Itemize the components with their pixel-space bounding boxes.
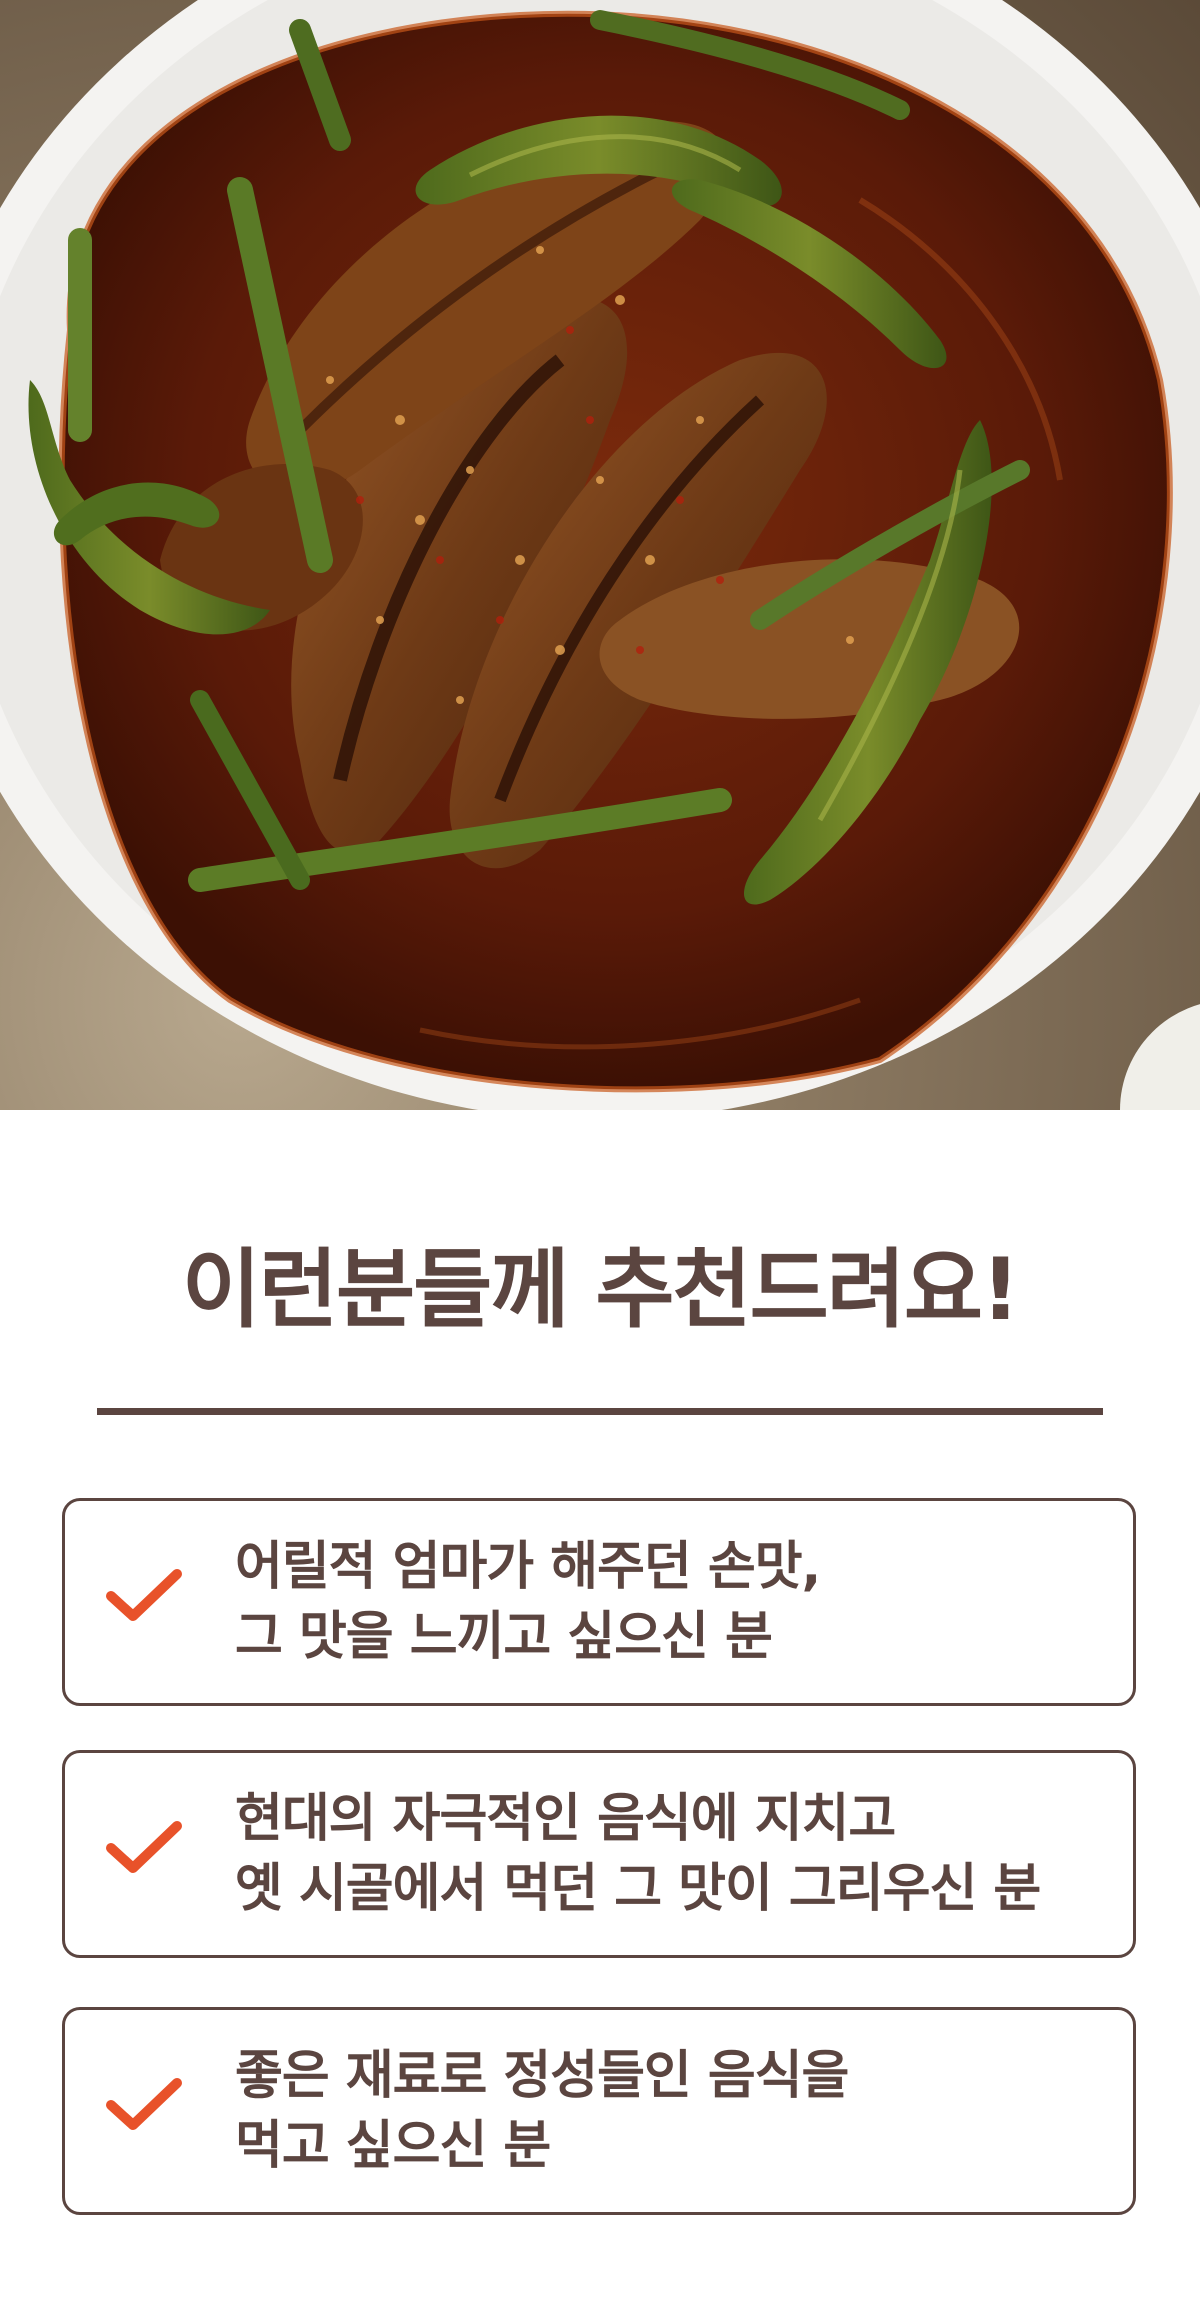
card-text: 어릴적 엄마가 해주던 손맛, 그 맛을 느끼고 싶으신 분	[235, 1532, 821, 1672]
recommendation-card-1: 어릴적 엄마가 해주던 손맛, 그 맛을 느끼고 싶으신 분	[62, 1498, 1136, 1706]
check-icon	[106, 2078, 182, 2130]
food-photo	[0, 0, 1200, 1110]
check-icon	[106, 1821, 182, 1873]
card-text: 현대의 자극적인 음식에 지치고 옛 시골에서 먹던 그 맛이 그리우신 분	[235, 1784, 1041, 1924]
card-text: 좋은 재료로 정성들인 음식을 먹고 싶으신 분	[235, 2041, 849, 2181]
card-line-2: 옛 시골에서 먹던 그 맛이 그리우신 분	[235, 1859, 1041, 1919]
card-line-1: 좋은 재료로 정성들인 음식을	[235, 2046, 849, 2106]
check-icon	[106, 1569, 182, 1621]
recommendation-section: 이런분들께 추천드려요! 어릴적 엄마가 해주던 손맛, 그 맛을 느끼고 싶으…	[0, 1110, 1200, 2300]
card-line-2: 먹고 싶으신 분	[235, 2116, 551, 2176]
card-line-1: 현대의 자극적인 음식에 지치고	[235, 1789, 896, 1849]
card-line-2: 그 맛을 느끼고 싶으신 분	[235, 1607, 773, 1667]
card-line-1: 어릴적 엄마가 해주던 손맛,	[235, 1537, 821, 1597]
recommendation-card-2: 현대의 자극적인 음식에 지치고 옛 시골에서 먹던 그 맛이 그리우신 분	[62, 1750, 1136, 1958]
braised-fish-illustration	[0, 0, 1200, 1110]
heading-underline	[97, 1408, 1103, 1415]
section-heading: 이런분들께 추천드려요!	[181, 1240, 1020, 1340]
side-bowl	[1120, 1004, 1200, 1110]
recommendation-card-3: 좋은 재료로 정성들인 음식을 먹고 싶으신 분	[62, 2007, 1136, 2215]
